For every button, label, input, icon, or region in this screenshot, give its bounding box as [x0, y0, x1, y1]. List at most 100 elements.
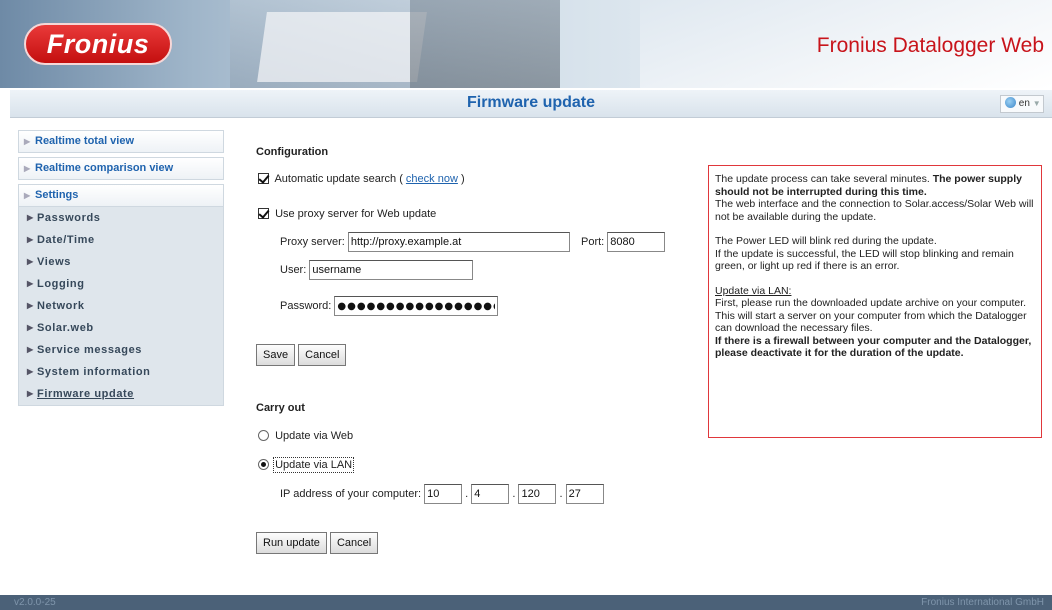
check-now-link[interactable]: check now: [406, 173, 458, 185]
sidebar-item-firmware-update[interactable]: ▶ Firmware update: [19, 383, 223, 405]
sidebar-item-label: Solar.web: [37, 322, 94, 334]
sidebar-item-realtime-comparison-view[interactable]: ▶ Realtime comparison view: [18, 157, 224, 180]
sidebar-item-label: Realtime comparison view: [35, 162, 174, 174]
update-via-lan-label: Update via LAN: [273, 457, 355, 473]
bullet-icon: ▶: [27, 345, 34, 354]
info-box: The update process can take several minu…: [708, 165, 1042, 438]
sidebar-item-settings[interactable]: ▶ Settings: [18, 184, 224, 207]
configuration-heading: Configuration: [256, 146, 329, 158]
ip-octet-4-input[interactable]: [565, 484, 604, 504]
title-bar: Firmware update en ▼: [10, 90, 1052, 118]
sidebar-item-solar-web[interactable]: ▶ Solar.web: [19, 317, 223, 339]
port-row: Port:: [581, 232, 666, 252]
update-via-web-label: Update via Web: [275, 430, 354, 442]
save-button[interactable]: Save: [256, 344, 296, 366]
password-input[interactable]: [334, 296, 499, 316]
app-title: Fronius Datalogger Web: [816, 34, 1044, 57]
ip-separator: .: [512, 487, 516, 500]
proxy-server-label: Proxy server:: [280, 235, 345, 248]
chevron-right-icon: ▶: [24, 164, 31, 173]
ip-octet-2-input[interactable]: [471, 484, 510, 504]
sidebar-item-label: System information: [37, 366, 151, 378]
main-content: Configuration Automatic update search ( …: [256, 140, 696, 580]
update-via-lan-radio[interactable]: [258, 459, 269, 470]
chevron-right-icon: ▶: [24, 137, 31, 146]
bullet-icon: ▶: [27, 367, 34, 376]
auto-update-label: Automatic update search (: [274, 173, 403, 185]
bullet-icon: ▶: [27, 213, 34, 222]
user-row: User:: [280, 260, 474, 280]
update-via-web-radio[interactable]: [258, 430, 269, 441]
ip-address-label: IP address of your computer:: [280, 487, 422, 500]
auto-update-row: Automatic update search ( check now ): [258, 173, 465, 185]
info-text: If the update is successful, the LED wil…: [715, 247, 1014, 273]
proxy-server-input[interactable]: [347, 232, 570, 252]
language-value: en: [1018, 98, 1030, 109]
ip-octet-1-input[interactable]: [424, 484, 463, 504]
sidebar-item-system-information[interactable]: ▶ System information: [19, 361, 223, 383]
sidebar-item-label: Passwords: [37, 212, 101, 224]
sidebar-item-label: Logging: [37, 278, 85, 290]
proxy-checkbox[interactable]: [258, 208, 269, 219]
lan-heading: Update via LAN:: [715, 284, 792, 297]
sidebar-item-logging[interactable]: ▶ Logging: [19, 273, 223, 295]
copyright-text: Fronius International GmbH: [921, 597, 1044, 608]
carry-out-heading: Carry out: [256, 402, 305, 414]
settings-submenu: ▶ Passwords ▶ Date/Time ▶ Views ▶ Logging ▶ N…: [18, 207, 224, 406]
language-select[interactable]: en ▼: [1000, 95, 1044, 113]
sidebar: ▶ Realtime total view ▶ Realtime compari…: [18, 130, 224, 406]
info-text: The update process can take several minu…: [715, 173, 933, 185]
header-banner: Fronius Fronius Datalogger Web: [0, 0, 1052, 88]
bullet-icon: ▶: [27, 279, 34, 288]
via-lan-row: Update via LAN: [258, 457, 355, 473]
bullet-icon: ▶: [27, 235, 34, 244]
port-label: Port:: [581, 235, 605, 248]
sidebar-item-network[interactable]: ▶ Network: [19, 295, 223, 317]
sidebar-item-label: Service messages: [37, 344, 143, 356]
auto-update-suffix: ): [460, 173, 465, 185]
sidebar-item-service-messages[interactable]: ▶ Service messages: [19, 339, 223, 361]
footer: v2.0.0-25 Fronius International GmbH: [0, 595, 1052, 610]
ip-row: IP address of your computer: . . .: [280, 484, 604, 504]
info-paragraph-2: The Power LED will blink red during the …: [715, 235, 1035, 273]
bullet-icon: ▶: [27, 323, 34, 332]
bullet-icon: ▶: [27, 301, 34, 310]
sidebar-item-label: Date/Time: [37, 234, 95, 246]
cancel-button[interactable]: Cancel: [298, 344, 347, 366]
sidebar-item-date-time[interactable]: ▶ Date/Time: [19, 229, 223, 251]
carry-out-buttons: Run update Cancel: [256, 532, 379, 554]
user-input[interactable]: [309, 260, 474, 280]
user-label: User:: [280, 263, 307, 276]
proxy-label: Use proxy server for Web update: [275, 208, 437, 220]
port-input[interactable]: [607, 232, 666, 252]
info-text: The web interface and the connection to …: [715, 198, 1034, 223]
sidebar-item-label: Network: [37, 300, 85, 312]
info-text: This will start a server on your compute…: [715, 309, 1027, 335]
sidebar-item-views[interactable]: ▶ Views: [19, 251, 223, 273]
info-paragraph-3: Update via LAN: First, please run the do…: [715, 285, 1035, 360]
sidebar-item-realtime-total-view[interactable]: ▶ Realtime total view: [18, 130, 224, 153]
run-update-button[interactable]: Run update: [256, 532, 327, 554]
info-paragraph-1: The update process can take several minu…: [715, 173, 1035, 223]
sidebar-item-label: Firmware update: [37, 388, 135, 400]
bullet-icon: ▶: [27, 257, 34, 266]
ip-octet-3-input[interactable]: [518, 484, 557, 504]
page-title: Firmware update: [466, 94, 596, 111]
bullet-icon: ▶: [27, 389, 34, 398]
ip-separator: .: [559, 487, 563, 500]
version-text: v2.0.0-25: [14, 597, 56, 608]
chevron-right-icon: ▶: [24, 191, 31, 200]
firewall-warning-text: If there is a firewall between your comp…: [715, 334, 1032, 360]
info-text: The Power LED will blink red during the …: [715, 235, 937, 247]
password-row: Password:: [280, 296, 499, 316]
sidebar-item-label: Settings: [35, 189, 79, 201]
auto-update-checkbox[interactable]: [258, 173, 269, 184]
via-web-row: Update via Web: [258, 430, 353, 442]
header-photo-paper: [257, 12, 427, 82]
proxy-server-row: Proxy server:: [280, 232, 570, 252]
sidebar-item-passwords[interactable]: ▶ Passwords: [19, 207, 223, 229]
header-photo-figure: [410, 0, 560, 88]
ip-separator: .: [465, 487, 469, 500]
carry-out-cancel-button[interactable]: Cancel: [329, 532, 379, 554]
globe-icon: [1005, 97, 1016, 108]
